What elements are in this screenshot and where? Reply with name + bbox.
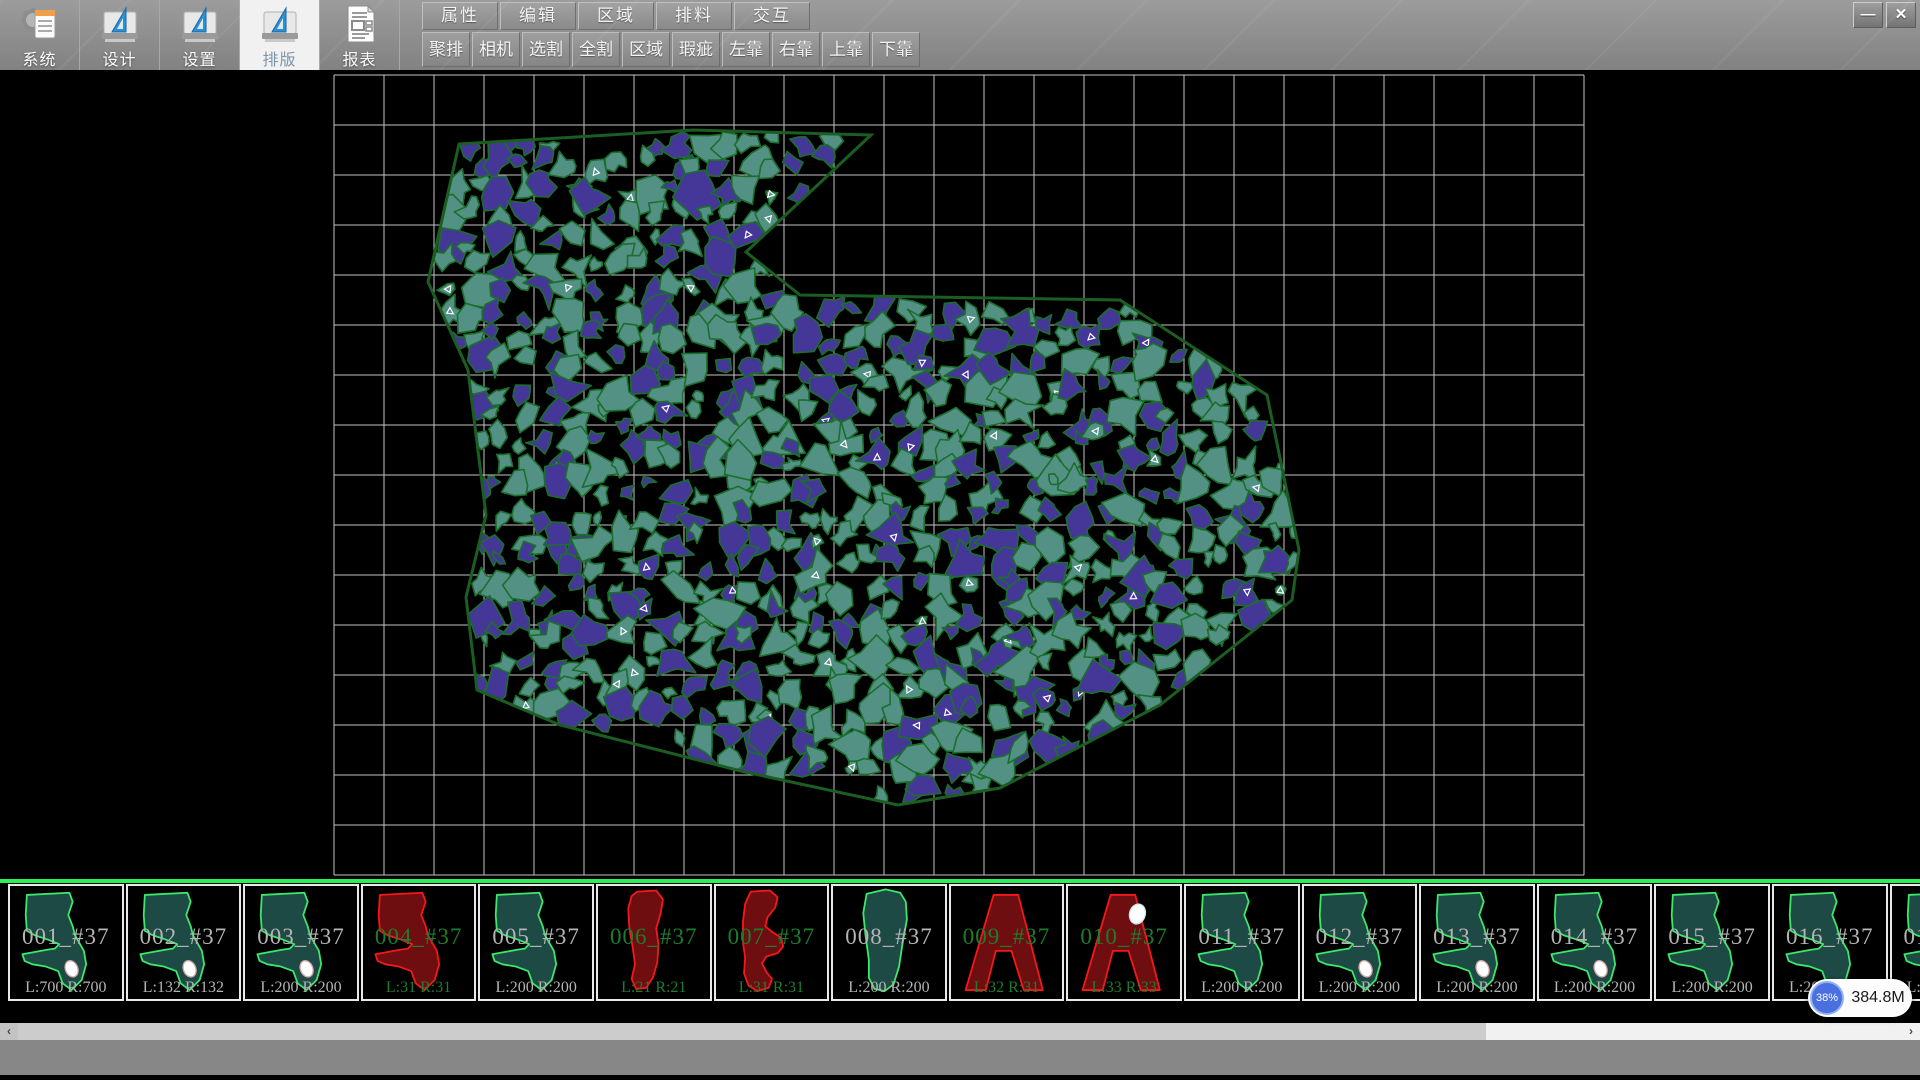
nav-button-系统[interactable]: 系统 xyxy=(0,0,80,70)
layout-icon xyxy=(258,4,302,44)
tool-button-左靠[interactable]: 左靠 xyxy=(722,32,770,67)
menu-button-属性[interactable]: 属性 xyxy=(422,2,498,30)
piece-shape-boot xyxy=(1186,886,1298,999)
piece-thumbnail-001_#37[interactable]: 001_#37L:700 R:700 xyxy=(8,884,124,1001)
memory-badge: 38% 384.8M xyxy=(1808,979,1912,1017)
nest-canvas[interactable] xyxy=(0,70,1920,879)
scroll-right-button[interactable]: › xyxy=(1902,1023,1920,1040)
horizontal-scrollbar[interactable]: ‹ › xyxy=(0,1023,1920,1040)
piece-shape-ashape xyxy=(1068,886,1180,999)
piece-thumbnail-005_#37[interactable]: 005_#37L:200 R:200 xyxy=(478,884,594,1001)
piece-thumbnail-002_#37[interactable]: 002_#37L:132 R:132 xyxy=(126,884,242,1001)
system-icon xyxy=(18,4,62,44)
nav-button-label: 排版 xyxy=(262,46,296,70)
piece-shape-slab xyxy=(833,886,945,999)
tool-button-上靠[interactable]: 上靠 xyxy=(822,32,870,67)
nav-button-label: 设计 xyxy=(102,46,136,70)
tool-button-相机[interactable]: 相机 xyxy=(472,32,520,67)
menu-row-1: 属性编辑区域排料交互 xyxy=(422,2,922,30)
piece-thumbnail-012_#37[interactable]: 012_#37L:200 R:200 xyxy=(1302,884,1418,1001)
nesting-canvas-area[interactable] xyxy=(0,70,1920,879)
nav-button-设计[interactable]: 设计 xyxy=(80,0,160,70)
piece-thumbnail-014_#37[interactable]: 014_#37L:200 R:200 xyxy=(1537,884,1653,1001)
nav-button-排版[interactable]: 排版 xyxy=(240,0,320,70)
piece-shape-blob xyxy=(598,886,710,999)
scrollbar-thumb[interactable] xyxy=(18,1023,1486,1040)
tool-button-右靠[interactable]: 右靠 xyxy=(772,32,820,67)
piece-thumbnail-011_#37[interactable]: 011_#37L:200 R:200 xyxy=(1184,884,1300,1001)
progress-circle: 38% xyxy=(1810,981,1844,1015)
tool-button-下靠[interactable]: 下靠 xyxy=(872,32,920,67)
piece-thumbnail-013_#37[interactable]: 013_#37L:200 R:200 xyxy=(1419,884,1535,1001)
nav-button-报表[interactable]: 报表 xyxy=(320,0,400,70)
close-button[interactable]: ✕ xyxy=(1886,2,1916,28)
piece-thumbnail-strip: 001_#37L:700 R:700002_#37L:132 R:132003_… xyxy=(0,884,1920,1001)
menu-button-排料[interactable]: 排料 xyxy=(656,2,732,30)
scroll-left-button[interactable]: ‹ xyxy=(0,1023,18,1040)
piece-shape-boot xyxy=(363,886,475,999)
piece-shape-boot xyxy=(10,886,122,999)
nav-button-label: 报表 xyxy=(342,46,376,70)
settings-icon xyxy=(178,4,222,44)
menu-button-交互[interactable]: 交互 xyxy=(734,2,810,30)
piece-thumbnail-007_#37[interactable]: 007_#37L:31 R:31 xyxy=(714,884,830,1001)
piece-thumbnail-015_#37[interactable]: 015_#37L:200 R:200 xyxy=(1654,884,1770,1001)
nav-button-label: 系统 xyxy=(22,46,56,70)
piece-shape-cshape xyxy=(716,886,828,999)
tool-button-聚排[interactable]: 聚排 xyxy=(422,32,470,67)
main-toolbar: 系统设计设置排版报表 属性编辑区域排料交互 聚排相机选割全割区域瑕疵左靠右靠上靠… xyxy=(0,0,1920,70)
nested-pieces xyxy=(429,129,1306,809)
piece-shape-boot xyxy=(480,886,592,999)
tool-button-区域[interactable]: 区域 xyxy=(622,32,670,67)
tool-button-瑕疵[interactable]: 瑕疵 xyxy=(672,32,720,67)
strip-top-line xyxy=(0,879,1920,883)
piece-shape-boot xyxy=(1656,886,1768,999)
design-icon xyxy=(98,4,142,44)
menu-button-编辑[interactable]: 编辑 xyxy=(500,2,576,30)
piece-thumbnail-004_#37[interactable]: 004_#37L:31 R:31 xyxy=(361,884,477,1001)
tool-button-选割[interactable]: 选割 xyxy=(522,32,570,67)
report-icon xyxy=(338,4,382,44)
menu-row-2: 聚排相机选割全割区域瑕疵左靠右靠上靠下靠 xyxy=(422,32,922,67)
menu-block: 属性编辑区域排料交互 聚排相机选割全割区域瑕疵左靠右靠上靠下靠 xyxy=(422,0,922,67)
piece-thumbnail-010_#37[interactable]: 010_#37L:33 R:33 xyxy=(1066,884,1182,1001)
minimize-button[interactable]: — xyxy=(1853,2,1883,28)
status-bar xyxy=(0,1040,1920,1078)
menu-button-区域[interactable]: 区域 xyxy=(578,2,654,30)
piece-thumbnail-003_#37[interactable]: 003_#37L:200 R:200 xyxy=(243,884,359,1001)
piece-shape-boot xyxy=(245,886,357,999)
piece-thumbnail-009_#37[interactable]: 009_#37L:32 R:31 xyxy=(949,884,1065,1001)
nav-button-label: 设置 xyxy=(182,46,216,70)
piece-shape-boot xyxy=(1421,886,1533,999)
nav-button-设置[interactable]: 设置 xyxy=(160,0,240,70)
memory-value: 384.8M xyxy=(1844,989,1912,1007)
piece-shape-boot xyxy=(1304,886,1416,999)
piece-shape-ashape xyxy=(951,886,1063,999)
piece-shape-boot xyxy=(128,886,240,999)
nav-toolbar: 系统 设计 设置 排版 报表 xyxy=(0,0,400,70)
window-controls: — ✕ xyxy=(1853,2,1916,28)
piece-thumbnail-006_#37[interactable]: 006_#37L:21 R:21 xyxy=(596,884,712,1001)
piece-thumbnail-008_#37[interactable]: 008_#37L:200 R:200 xyxy=(831,884,947,1001)
tool-button-全割[interactable]: 全割 xyxy=(572,32,620,67)
piece-shape-boot xyxy=(1539,886,1651,999)
